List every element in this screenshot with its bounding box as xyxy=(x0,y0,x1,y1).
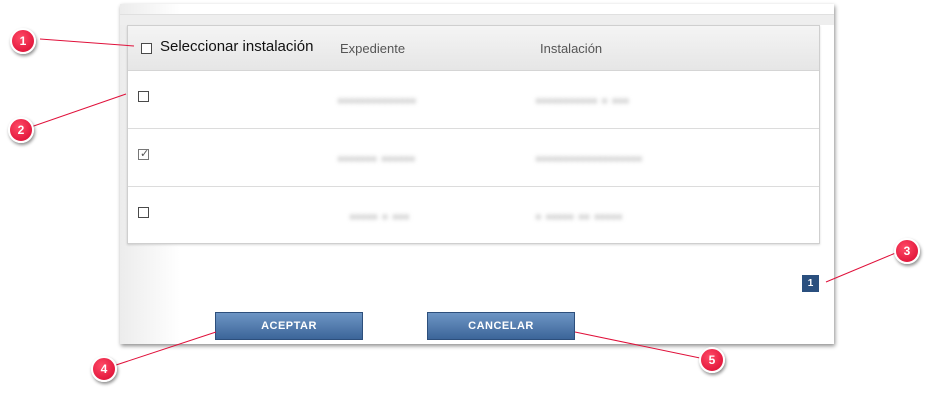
callout-marker-1: 1 xyxy=(10,28,36,54)
callout-marker-5: 5 xyxy=(699,347,725,373)
callout-marker-2: 2 xyxy=(8,117,34,143)
callout-leader-lines xyxy=(27,38,899,368)
callout-marker-3: 3 xyxy=(894,238,920,264)
callout-marker-4: 4 xyxy=(91,356,117,382)
